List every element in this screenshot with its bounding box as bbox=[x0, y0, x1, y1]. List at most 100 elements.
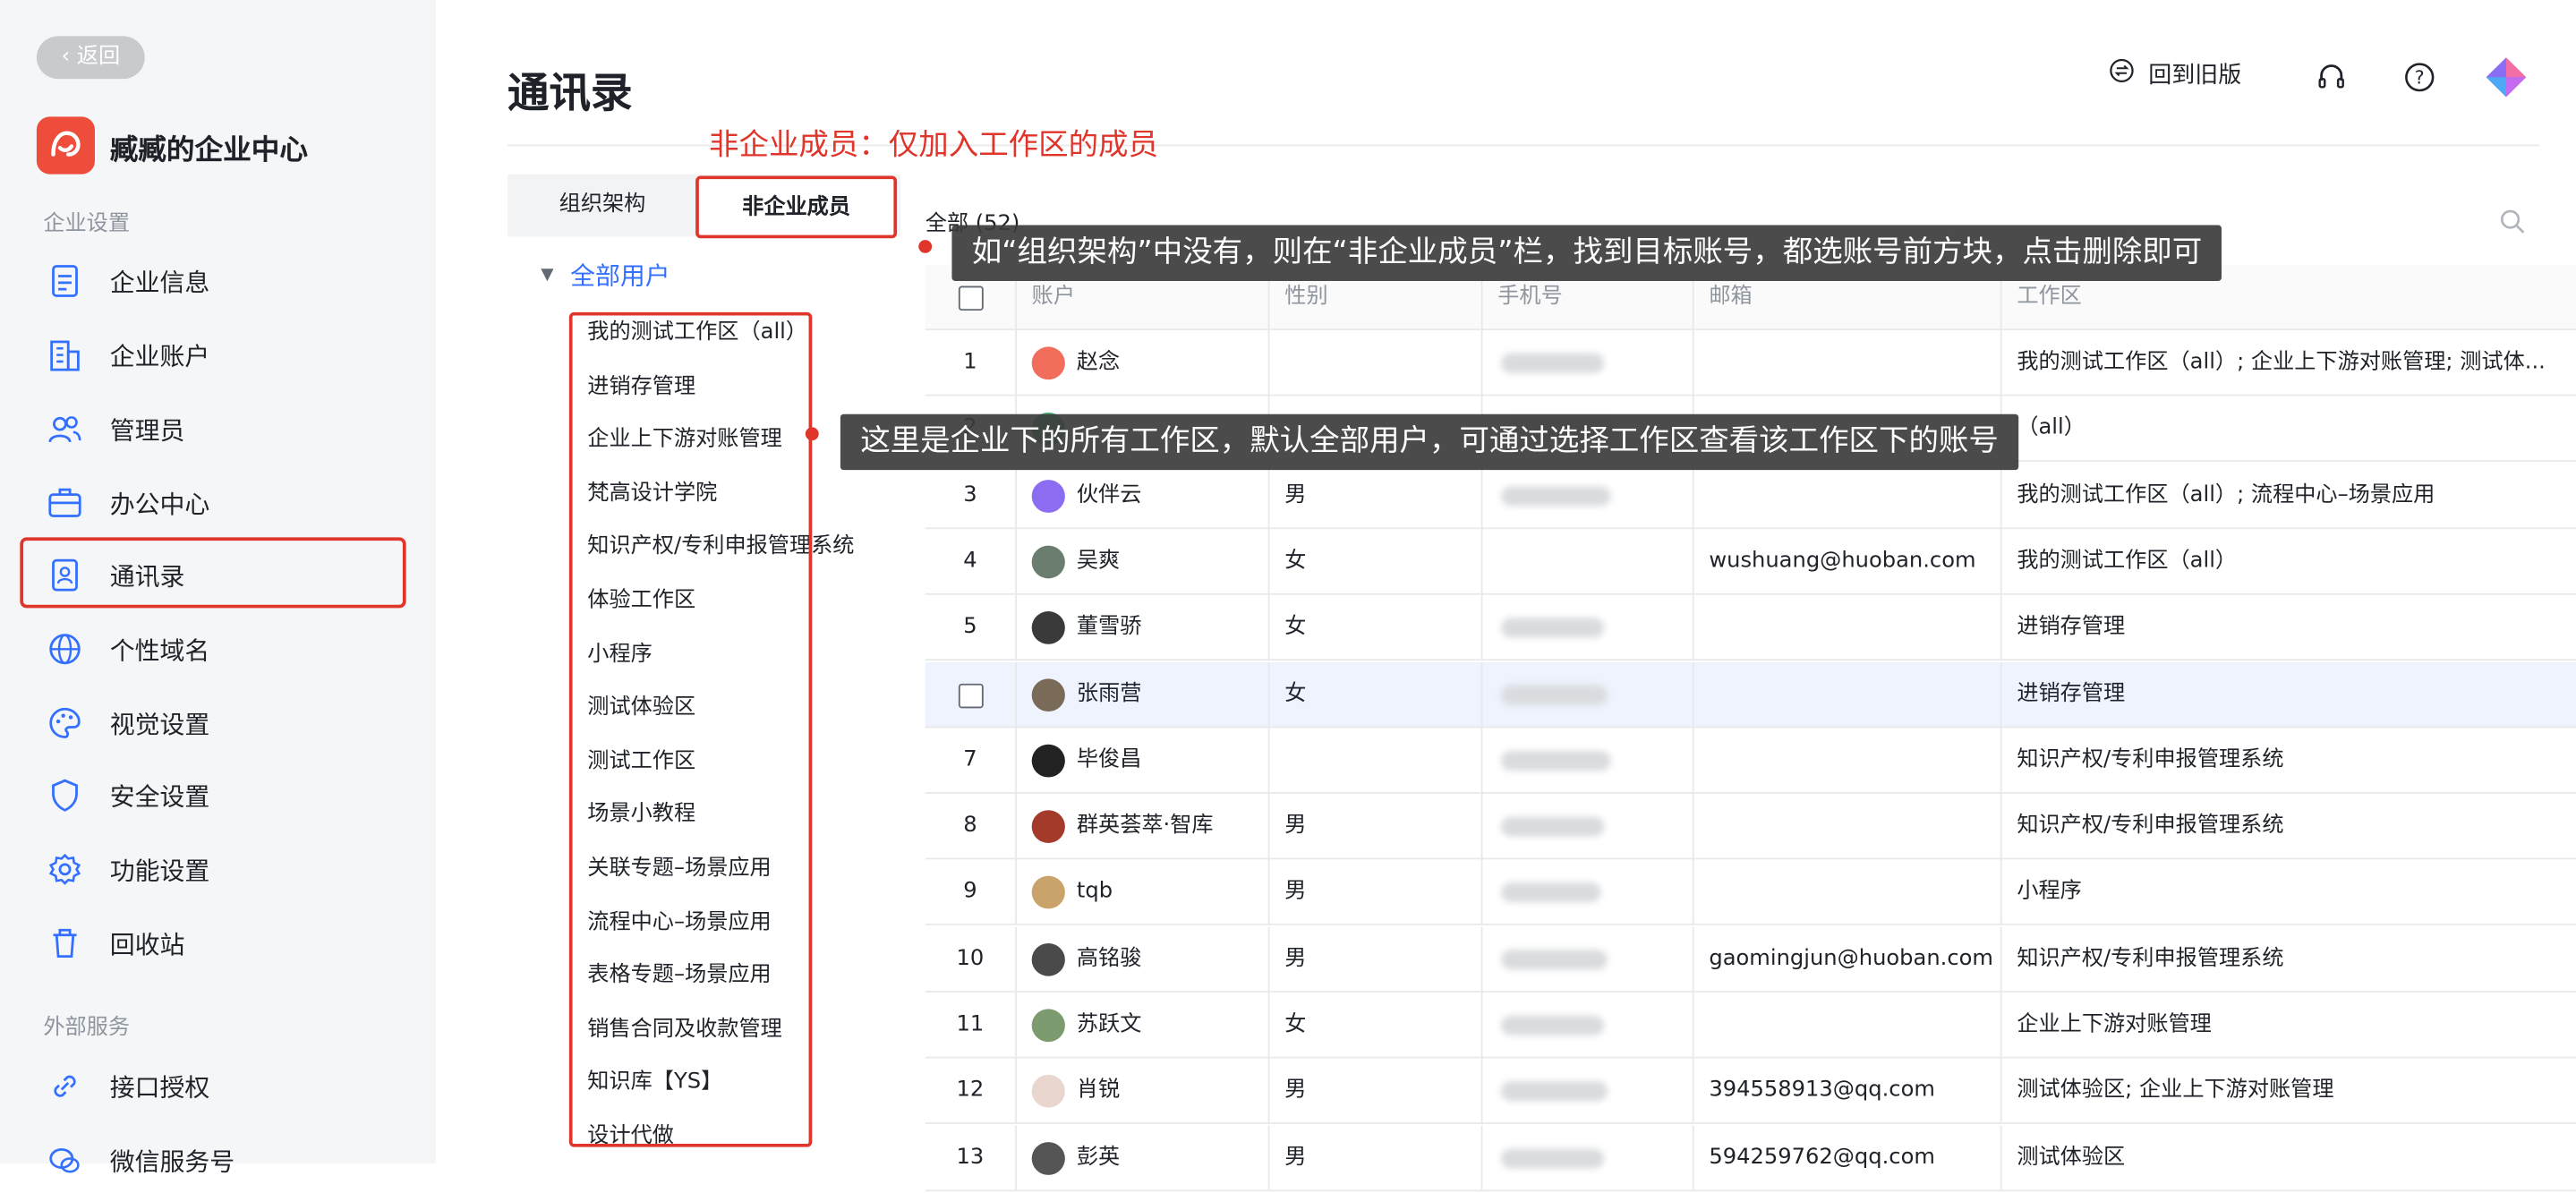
account-name[interactable]: 吴爽 bbox=[1077, 529, 1263, 594]
sidebar-item-8[interactable]: 功能设置 bbox=[43, 837, 399, 902]
workspace: （all） bbox=[2017, 416, 2086, 441]
row-number: 3 bbox=[963, 482, 977, 507]
account-name[interactable]: 群英荟萃·智库 bbox=[1077, 794, 1263, 859]
sidebar-item-label: 接口授权 bbox=[109, 1072, 210, 1103]
row-number: 9 bbox=[963, 880, 977, 905]
trash-icon bbox=[43, 922, 86, 965]
sidebar-item-5[interactable]: 个性域名 bbox=[43, 617, 399, 682]
account-name[interactable]: 伙伴云 bbox=[1077, 463, 1263, 528]
gender bbox=[1284, 728, 1468, 793]
gender bbox=[1284, 330, 1468, 396]
account-name[interactable]: 肖锐 bbox=[1077, 1059, 1263, 1124]
table-row[interactable]: 9 tqb 男 小程序 bbox=[925, 860, 2576, 926]
old-version-button[interactable]: 回到旧版 bbox=[2109, 57, 2242, 90]
gender: 男 bbox=[1284, 880, 1307, 905]
table-row[interactable]: 12 肖锐男 394558913@qq.com 测试体验区; 企业上下游对账管理 bbox=[925, 1059, 2576, 1125]
sidebar-external-item-0[interactable]: 接口授权 bbox=[43, 1053, 399, 1119]
table-row[interactable]: 3 伙伴云男 我的测试工作区（all）; 流程中心–场景应用 bbox=[925, 463, 2576, 529]
sidebar-item-label: 视觉设置 bbox=[109, 709, 210, 739]
table-row[interactable]: 5 董雪骄女 进销存管理 bbox=[925, 595, 2576, 661]
gender: 男 bbox=[1284, 814, 1307, 839]
account-name[interactable]: 赵念 bbox=[1077, 330, 1263, 396]
table-row[interactable]: 1 赵念 我的测试工作区（all）; 企业上下游对账管理; 测试体... bbox=[925, 330, 2576, 396]
phone-blurred bbox=[1500, 882, 1601, 903]
phone-blurred bbox=[1500, 816, 1605, 837]
company-name: 臧臧的企业中心 bbox=[109, 134, 308, 168]
workspace-list-highlight-box bbox=[568, 311, 813, 1147]
table-row[interactable]: 张雨营女 进销存管理 bbox=[925, 661, 2576, 728]
row-number: 7 bbox=[963, 747, 977, 772]
avatar bbox=[1031, 1075, 1065, 1109]
tree-root-all-users[interactable]: ▼ 全部用户 bbox=[541, 258, 670, 293]
section-label-external: 外部服务 bbox=[43, 1015, 131, 1041]
gender: 女 bbox=[1284, 1012, 1307, 1037]
email bbox=[1709, 330, 1995, 396]
table-row[interactable]: 4 吴爽女 wushuang@huoban.com 我的测试工作区（all） bbox=[925, 529, 2576, 595]
old-version-label: 回到旧版 bbox=[2148, 62, 2242, 89]
sidebar-item-label: 企业信息 bbox=[109, 267, 210, 297]
back-button[interactable]: ‹ 返回 bbox=[36, 36, 145, 80]
account-name[interactable]: 董雪骄 bbox=[1077, 595, 1263, 660]
search-icon[interactable] bbox=[2499, 209, 2526, 242]
sidebar-item-2[interactable]: 管理员 bbox=[43, 396, 399, 462]
table-row[interactable]: 13 彭英男 594259762@qq.com 测试体验区 bbox=[925, 1125, 2576, 1191]
gender: 女 bbox=[1284, 549, 1307, 574]
headset-icon[interactable] bbox=[2315, 61, 2348, 100]
switch-icon bbox=[2109, 57, 2136, 90]
email: wushuang@huoban.com bbox=[1709, 549, 1976, 574]
account-name[interactable]: tqb bbox=[1077, 860, 1263, 925]
sidebar-item-3[interactable]: 办公中心 bbox=[43, 470, 399, 535]
avatar bbox=[1031, 479, 1065, 513]
phone-blurred bbox=[1500, 1147, 1605, 1168]
email bbox=[1709, 463, 1995, 528]
table-row[interactable]: 7 毕俊昌 知识产权/专利申报管理系统 bbox=[925, 728, 2576, 794]
sidebar-item-9[interactable]: 回收站 bbox=[43, 910, 399, 976]
phone-blurred bbox=[1500, 684, 1608, 704]
nav-highlight-box bbox=[20, 537, 406, 609]
page-title: 通讯录 bbox=[508, 69, 633, 117]
table-row[interactable]: 11 苏跃文女 企业上下游对账管理 bbox=[925, 993, 2576, 1059]
tab-non-members[interactable]: 非企业成员 bbox=[695, 175, 898, 239]
workspace: 进销存管理 bbox=[2017, 681, 2126, 706]
annotation-note: 非企业成员：仅加入工作区的成员 bbox=[709, 128, 1158, 163]
users-icon bbox=[43, 407, 86, 450]
app-logo-icon[interactable] bbox=[2481, 55, 2531, 107]
palette-icon bbox=[43, 702, 86, 745]
workspace: 知识产权/专利申报管理系统 bbox=[2017, 814, 2284, 839]
caret-down-icon: ▼ bbox=[541, 266, 554, 285]
email: 394558913@qq.com bbox=[1709, 1078, 1935, 1104]
svg-text:?: ? bbox=[2415, 67, 2425, 89]
sidebar-item-1[interactable]: 企业账户 bbox=[43, 322, 399, 388]
workspace: 小程序 bbox=[2017, 880, 2082, 905]
help-icon[interactable]: ? bbox=[2403, 61, 2436, 100]
account-name[interactable]: 高铭骏 bbox=[1077, 926, 1263, 992]
account-name[interactable]: 毕俊昌 bbox=[1077, 728, 1263, 793]
select-all-checkbox[interactable] bbox=[958, 285, 984, 311]
email bbox=[1709, 728, 1995, 793]
workspace: 进销存管理 bbox=[2017, 615, 2126, 640]
sidebar-item-7[interactable]: 安全设置 bbox=[43, 763, 399, 828]
account-name[interactable]: 彭英 bbox=[1077, 1125, 1263, 1190]
email: gaomingjun@huoban.com bbox=[1709, 946, 1993, 971]
back-label: 返回 bbox=[76, 44, 121, 70]
email bbox=[1709, 993, 1995, 1058]
email: 594259762@qq.com bbox=[1709, 1145, 1935, 1170]
gear-icon bbox=[43, 848, 86, 890]
sidebar-item-0[interactable]: 企业信息 bbox=[43, 248, 399, 313]
table-row[interactable]: 10 高铭骏男 gaomingjun@huoban.com 知识产权/专利申报管理系统 bbox=[925, 926, 2576, 993]
table-row[interactable]: 8 群英荟萃·智库男 知识产权/专利申报管理系统 bbox=[925, 794, 2576, 860]
section-label-enterprise: 企业设置 bbox=[43, 211, 131, 237]
row-number: 13 bbox=[956, 1145, 985, 1170]
avatar bbox=[1031, 346, 1065, 380]
sidebar-external-item-1[interactable]: 微信服务号 bbox=[43, 1128, 399, 1193]
sidebar-item-6[interactable]: 视觉设置 bbox=[43, 690, 399, 755]
account-name[interactable]: 张雨营 bbox=[1077, 661, 1263, 727]
chevron-left-icon: ‹ bbox=[61, 44, 77, 70]
tab-org-structure[interactable]: 组织架构 bbox=[508, 175, 697, 237]
row-number: 1 bbox=[963, 350, 977, 375]
row-number: 4 bbox=[963, 549, 977, 574]
row-checkbox[interactable] bbox=[958, 682, 984, 708]
avatar bbox=[1031, 1141, 1065, 1175]
account-name[interactable]: 苏跃文 bbox=[1077, 993, 1263, 1058]
row-number: 10 bbox=[956, 946, 985, 971]
